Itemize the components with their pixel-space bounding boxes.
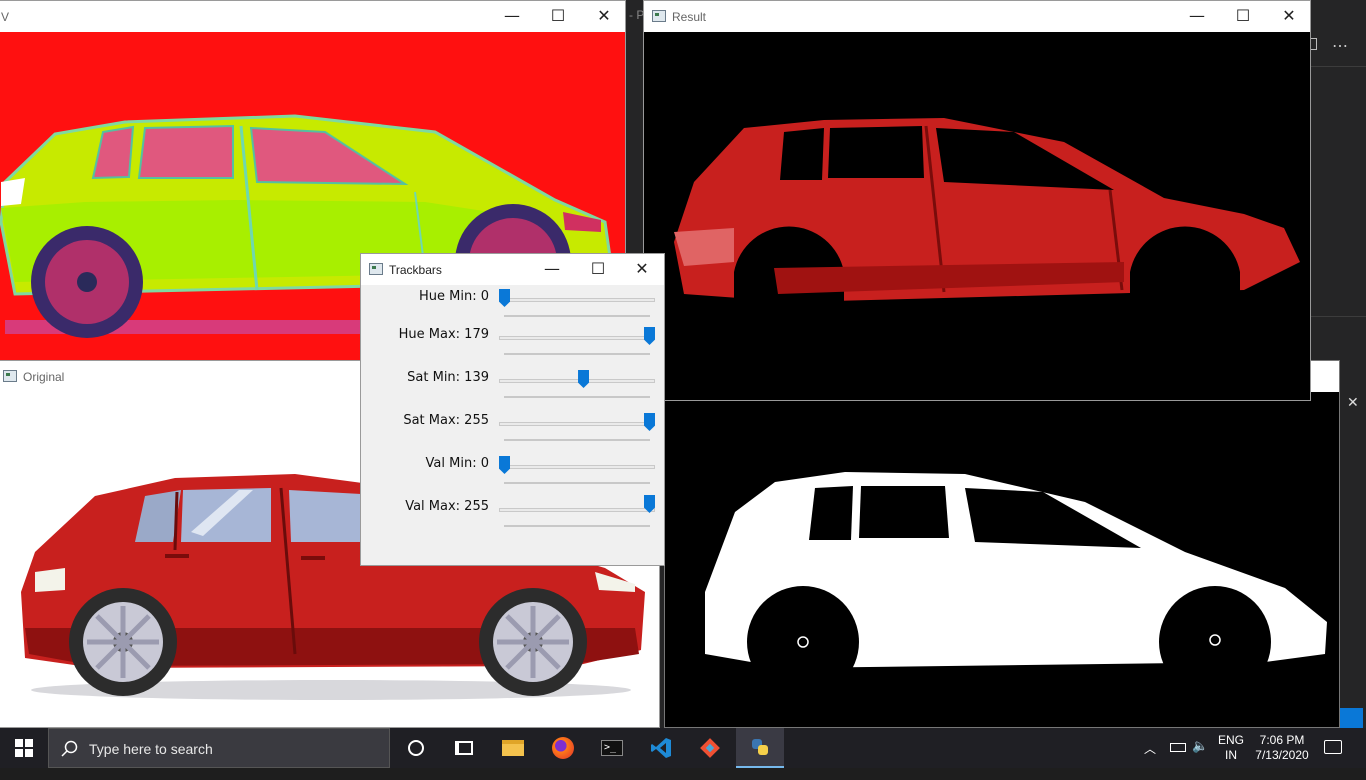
trackbar-hue-min: Hue Min: 0 (361, 289, 663, 332)
git-icon (700, 738, 720, 758)
trackbar-list: Hue Min: 0 Hue Max: 179 Sat Min: 139 Sat… (361, 285, 664, 565)
slider-tick-line (504, 525, 650, 527)
trackbar-label: Hue Min: 0 (419, 289, 489, 304)
vscode-button[interactable] (637, 728, 685, 768)
hsv-titlebar[interactable]: V — ☐ ✕ (0, 1, 625, 32)
slider-tick-line (504, 439, 650, 441)
folder-icon (502, 740, 524, 756)
editor-panel-line-2 (1310, 316, 1366, 317)
trackbar-val-min: Val Min: 0 (361, 456, 663, 499)
maximize-button[interactable]: ☐ (535, 1, 581, 32)
language-indicator[interactable]: ENG IN (1218, 733, 1244, 773)
cortana-button[interactable] (392, 728, 440, 768)
trackbar-label: Val Max: 255 (405, 499, 489, 514)
slider-thumb[interactable] (644, 327, 655, 345)
result-image (644, 32, 1310, 400)
result-window[interactable]: Result — ☐ ✕ (643, 0, 1311, 401)
task-view-button[interactable] (440, 728, 488, 768)
result-window-title: Result (672, 10, 707, 24)
search-placeholder: Type here to search (89, 741, 213, 757)
slider-thumb[interactable] (499, 456, 510, 474)
trackbar-hue-max: Hue Max: 179 (361, 327, 663, 370)
maximize-button[interactable]: ☐ (575, 254, 621, 285)
trackbars-window[interactable]: Trackbars — ☐ ✕ Hue Min: 0 Hue Max: 179 … (360, 253, 665, 566)
close-button[interactable]: ✕ (619, 254, 664, 285)
clock[interactable]: 7:06 PM 7/13/2020 (1250, 733, 1314, 773)
mask-car-image (665, 392, 1339, 727)
slider-track[interactable] (499, 422, 655, 426)
firefox-button[interactable] (539, 728, 587, 768)
trackbar-label: Sat Max: 255 (403, 413, 489, 428)
editor-close-icon[interactable]: ✕ (1347, 394, 1359, 411)
region-code: IN (1225, 748, 1237, 762)
close-button[interactable]: ✕ (581, 1, 625, 32)
more-actions-icon[interactable]: ⋯ (1332, 36, 1348, 56)
python-button[interactable] (736, 728, 784, 768)
close-button[interactable]: ✕ (1266, 1, 1310, 32)
taskbar: Type here to search >_ ︿ 🔈 ENG IN 7:06 P… (0, 728, 1366, 768)
window-app-icon (369, 263, 383, 275)
window-app-icon (652, 10, 666, 22)
trackbar-label: Sat Min: 139 (407, 370, 489, 385)
slider-tick-line (504, 315, 650, 317)
vscode-icon (651, 738, 671, 758)
hsv-window-title: V (1, 10, 10, 24)
maximize-button[interactable]: ☐ (1220, 1, 1266, 32)
slider-thumb[interactable] (499, 289, 510, 307)
trackbar-label: Val Min: 0 (425, 456, 489, 471)
result-titlebar[interactable]: Result — ☐ ✕ (644, 1, 1310, 32)
window-app-icon (3, 370, 17, 382)
original-window-title: Original (23, 370, 65, 384)
battery-icon[interactable] (1170, 743, 1186, 752)
result-car-image (644, 32, 1310, 400)
slider-thumb[interactable] (644, 413, 655, 431)
notification-icon[interactable] (1337, 708, 1363, 728)
trackbars-window-title: Trackbars (389, 263, 442, 277)
show-hidden-icons[interactable]: ︿ (1144, 740, 1156, 780)
python-icon (752, 739, 768, 755)
mask-image (665, 392, 1339, 727)
file-explorer-button[interactable] (489, 728, 537, 768)
terminal-button[interactable]: >_ (588, 728, 636, 768)
trackbars-titlebar[interactable]: Trackbars — ☐ ✕ (361, 254, 664, 285)
mask-window[interactable] (664, 360, 1340, 728)
trackbar-sat-min: Sat Min: 139 (361, 370, 663, 413)
windows-logo-icon (15, 739, 33, 757)
minimize-button[interactable]: — (489, 1, 535, 32)
slider-track[interactable] (499, 298, 655, 302)
language-code: ENG (1218, 733, 1245, 747)
slider-track[interactable] (499, 336, 655, 340)
cortana-icon (408, 740, 424, 756)
start-button[interactable] (0, 728, 48, 768)
terminal-icon: >_ (601, 740, 623, 756)
slider-track[interactable] (499, 508, 655, 512)
search-icon (61, 740, 78, 757)
slider-thumb[interactable] (578, 370, 590, 388)
slider-tick-line (504, 482, 650, 484)
trackbar-sat-max: Sat Max: 255 (361, 413, 663, 456)
slider-track[interactable] (499, 465, 655, 469)
editor-panel-line (1310, 66, 1366, 67)
slider-tick-line (504, 396, 650, 398)
taskbar-search-box[interactable]: Type here to search (48, 728, 390, 768)
slider-tick-line (504, 353, 650, 355)
volume-icon[interactable]: 🔈 (1192, 739, 1208, 779)
task-view-icon (455, 741, 473, 755)
git-button[interactable] (686, 728, 734, 768)
clock-date: 7/13/2020 (1255, 748, 1309, 762)
clock-time: 7:06 PM (1259, 733, 1305, 747)
minimize-button[interactable]: — (1174, 1, 1220, 32)
firefox-icon (552, 737, 574, 759)
trackbar-label: Hue Max: 179 (398, 327, 489, 342)
trackbar-val-max: Val Max: 255 (361, 495, 663, 542)
minimize-button[interactable]: — (529, 254, 575, 285)
action-center-icon[interactable] (1324, 740, 1342, 754)
slider-track[interactable] (499, 379, 655, 383)
